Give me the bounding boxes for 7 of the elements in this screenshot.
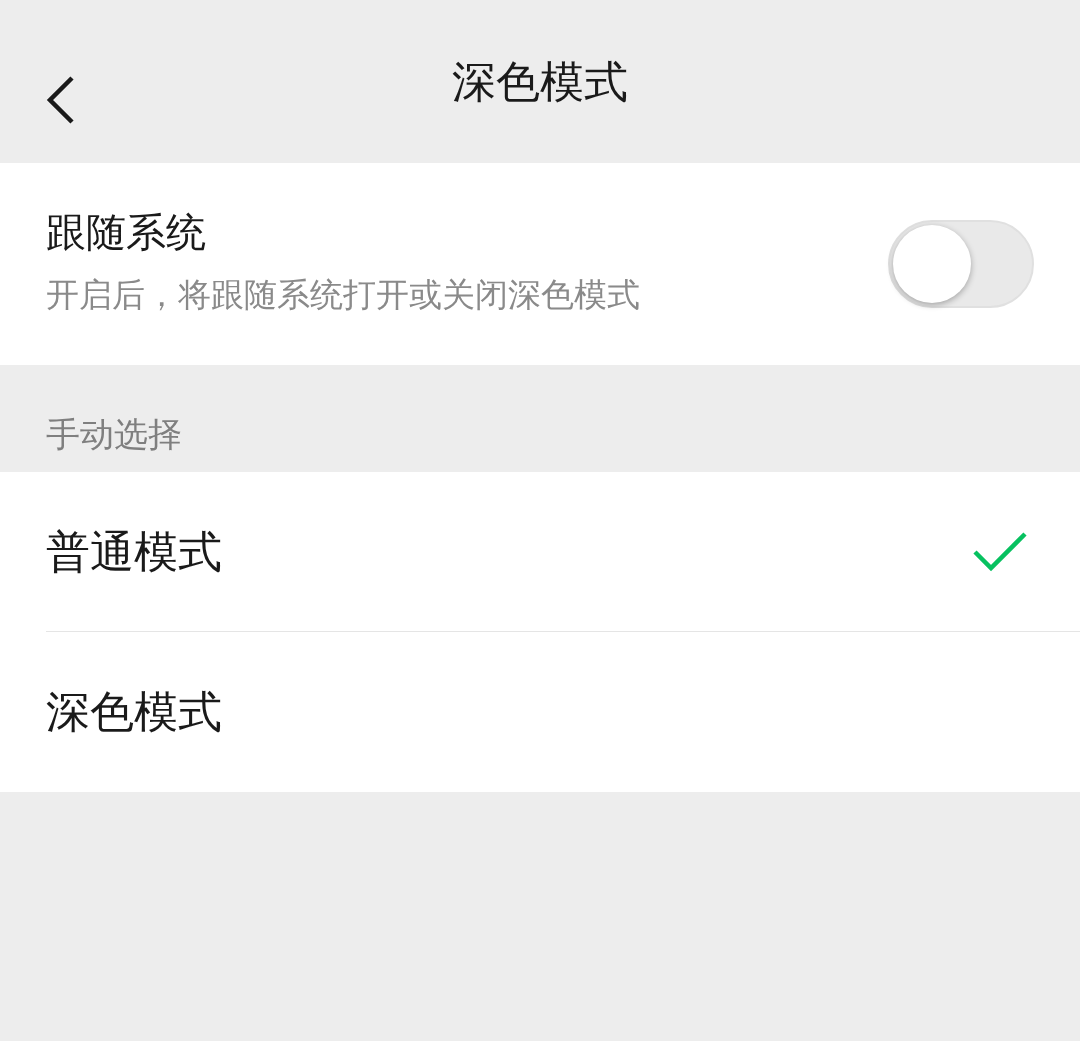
page-title: 深色模式	[452, 54, 628, 109]
mode-option[interactable]: 普通模式	[46, 472, 1080, 632]
setting-description: 开启后，将跟随系统打开或关闭深色模式	[46, 274, 640, 317]
checkmark-icon	[972, 529, 1028, 574]
setting-title: 跟随系统	[46, 208, 207, 257]
section-label: 手动选择	[46, 413, 182, 456]
mode-option[interactable]: 深色模式	[46, 632, 1080, 792]
